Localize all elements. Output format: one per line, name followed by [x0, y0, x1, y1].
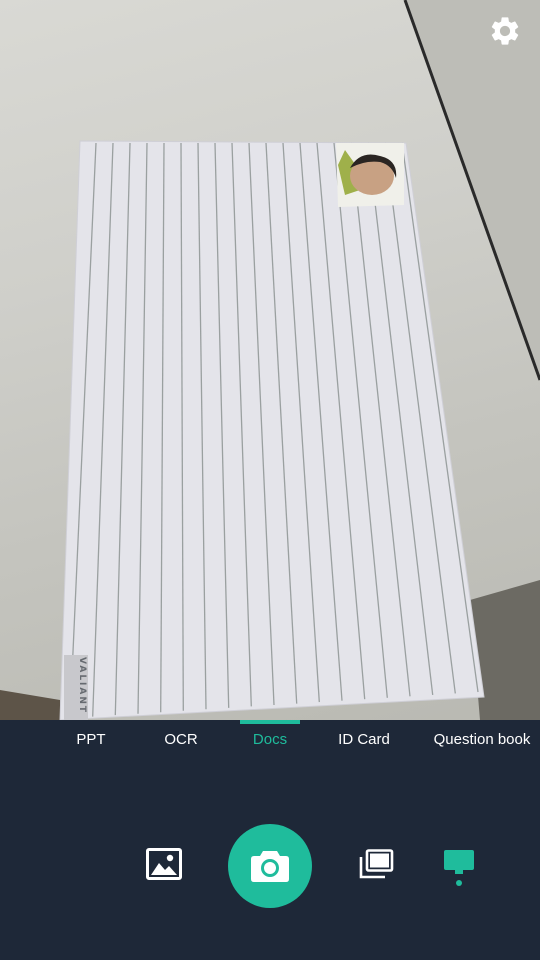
camera-control-panel: PPT OCR Docs ID Card Question book — [0, 720, 540, 960]
single-page-icon — [444, 850, 474, 874]
shutter-button[interactable] — [228, 824, 312, 908]
image-gallery-icon — [146, 848, 182, 880]
viewfinder-scene: VALIANT — [0, 0, 540, 720]
tab-docs[interactable]: Docs — [240, 720, 300, 760]
camera-viewfinder[interactable]: VALIANT — [0, 0, 540, 720]
floor-corner — [0, 690, 60, 720]
active-mode-dot — [456, 880, 462, 886]
scan-mode-tabs: PPT OCR Docs ID Card Question book — [0, 720, 540, 760]
settings-button[interactable] — [488, 14, 526, 52]
tab-id-card[interactable]: ID Card — [324, 720, 404, 760]
single-page-mode-button[interactable] — [440, 846, 478, 878]
lined-card — [59, 140, 485, 720]
gear-icon — [491, 17, 519, 45]
tab-ocr[interactable]: OCR — [152, 720, 210, 760]
tab-question-book[interactable]: Question book — [424, 720, 540, 760]
tab-ppt[interactable]: PPT — [62, 720, 120, 760]
batch-scan-button[interactable] — [354, 844, 398, 884]
gallery-button[interactable] — [142, 842, 186, 886]
camera-icon — [251, 851, 289, 882]
table-corner-dark — [470, 580, 540, 720]
brand-stamp-text: VALIANT — [77, 657, 87, 714]
stacked-pages-icon — [359, 849, 394, 879]
